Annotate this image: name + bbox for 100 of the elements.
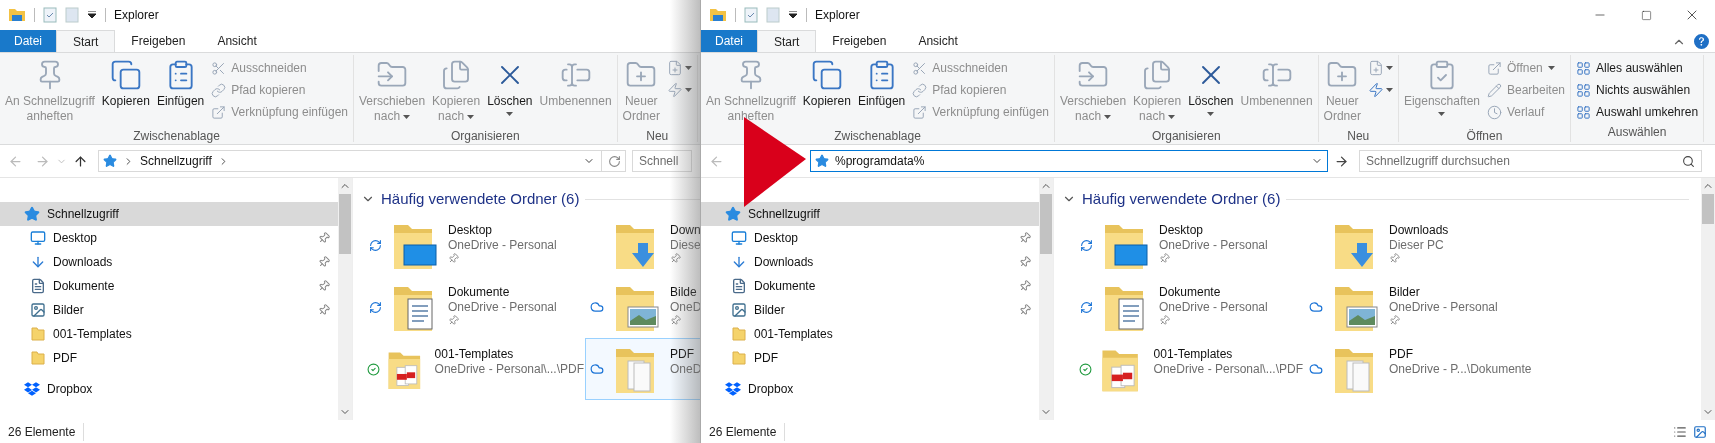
window-title: Explorer (114, 7, 160, 24)
ribbon-tab[interactable]: Freigeben (115, 30, 202, 52)
customize-caret-icon[interactable] (87, 11, 97, 19)
nav-item[interactable]: 001-Templates (0, 322, 338, 346)
ribbon-button[interactable]: Einfügen (854, 55, 909, 127)
pencil-icon (1487, 82, 1502, 98)
nav-item[interactable]: Schnellzugriff (0, 202, 338, 226)
window-title: Explorer (815, 7, 861, 24)
search-field[interactable]: Schnell (632, 150, 692, 172)
ribbon-button[interactable]: Alles auswählen (1573, 57, 1702, 79)
breadcrumb-item[interactable]: Schnellzugriff (140, 152, 212, 170)
tiles-view-icon[interactable] (1693, 424, 1707, 439)
star-icon (103, 154, 117, 168)
folder-tile[interactable]: 001-Templates OneDrive - Personal\...\PDF (1074, 338, 1304, 400)
ribbon-tab[interactable]: Freigeben (816, 30, 903, 52)
scrollbar-thumb[interactable] (1040, 194, 1052, 254)
nav-item[interactable]: Dokumente (0, 274, 338, 298)
folder-name: Dokumente (448, 285, 511, 300)
folder-tile[interactable]: Desktop OneDrive - Personal (1074, 214, 1304, 276)
ribbon-tab[interactable]: Ansicht (902, 30, 974, 52)
ribbon-tab[interactable]: Start (757, 30, 817, 52)
scrollbar[interactable] (1039, 178, 1053, 420)
details-view-icon[interactable] (1673, 424, 1687, 439)
search-field[interactable]: Schnellzugriff durchsuchen (1359, 150, 1702, 172)
ribbon-button[interactable]: Nichts auswählen (1573, 79, 1702, 101)
maximize-icon (1640, 9, 1652, 21)
nav-item[interactable]: Downloads (0, 250, 338, 274)
folder-tile[interactable]: 001-Templates OneDrive - Personal\...\PDF (363, 338, 585, 400)
nav-item[interactable]: PDF (0, 346, 338, 370)
ribbon-tab[interactable]: Start (56, 30, 116, 52)
star-icon (24, 206, 40, 222)
folder-name: PDF (670, 347, 695, 362)
scrollbar-thumb[interactable] (339, 194, 351, 254)
lightning-icon (666, 82, 683, 98)
folder-name: Bilder (1389, 285, 1421, 300)
scrollbar-thumb[interactable] (1702, 194, 1714, 224)
nav-item[interactable]: Desktop (701, 226, 1039, 250)
section-header[interactable]: Häufig verwendete Ordner (6) (381, 187, 580, 211)
folder-name: 001-Templates (1153, 347, 1234, 362)
file-tab[interactable]: Datei (701, 30, 757, 52)
group-label: Organisieren (1151, 128, 1221, 144)
folder-icon (709, 7, 727, 23)
folder-location: Dieser PC (1389, 238, 1445, 253)
go-icon[interactable] (1334, 153, 1349, 169)
help-icon[interactable] (1694, 34, 1709, 49)
scissors-icon (912, 60, 928, 76)
folder-tile[interactable]: PDF OneDrive - P...\Dokumente (1304, 338, 1534, 400)
ribbon-button[interactable]: Löschen (1185, 55, 1237, 127)
nav-item[interactable]: Schnellzugriff (701, 202, 1039, 226)
nav-item[interactable]: Dropbox (0, 377, 338, 401)
ribbon-button[interactable]: Löschen (484, 55, 536, 127)
copy-icon (810, 59, 843, 91)
folder-tile[interactable]: Bilder OneDrive - Personal (1304, 276, 1534, 338)
folder-icon (731, 326, 747, 342)
folder-location: OneDrive - Personal (1389, 300, 1498, 315)
dropbox-icon (725, 381, 741, 397)
group-label: Öffnen (1466, 128, 1503, 144)
folder-name: 001-Templates (434, 347, 515, 362)
folder-tile[interactable]: Dokumente OneDrive - Personal (363, 276, 585, 338)
folder-location: Diese (670, 238, 701, 253)
customize-caret-icon[interactable] (788, 11, 798, 19)
folder-location: OneDrive - Personal (1159, 300, 1268, 315)
forward-icon[interactable] (35, 153, 50, 169)
grid-icon (1576, 60, 1592, 76)
nav-item[interactable]: Bilder (0, 298, 338, 322)
refresh-icon[interactable] (608, 154, 621, 168)
link-icon (912, 82, 928, 98)
nav-item[interactable]: Desktop (0, 226, 338, 250)
up-icon[interactable] (73, 153, 88, 169)
folder-location: OneDrive - Personal\...\PDF (434, 362, 584, 377)
ribbon-button[interactable]: Auswahl umkehren (1573, 101, 1702, 123)
folder-location: OneD (670, 300, 702, 315)
ribbon-button[interactable]: Kopieren (799, 55, 854, 127)
ribbon-tab[interactable]: Ansicht (201, 30, 273, 52)
image-icon (731, 302, 747, 318)
nav-item[interactable]: Downloads (701, 250, 1039, 274)
ribbon-button[interactable]: Einfügen (153, 55, 208, 127)
back-icon[interactable] (8, 153, 23, 169)
folder-tile[interactable]: Desktop OneDrive - Personal (363, 214, 585, 276)
address-field[interactable]: Schnellzugriff (98, 150, 626, 172)
section-header[interactable]: Häufig verwendete Ordner (6) (1082, 187, 1281, 211)
folder-name: Dokumente (1159, 285, 1222, 300)
nav-item[interactable]: Dokumente (701, 274, 1039, 298)
folder-name: Desktop (1159, 223, 1205, 238)
ribbon-button[interactable]: Kopieren (98, 55, 153, 127)
scrollbar[interactable] (338, 178, 352, 420)
back-icon[interactable] (709, 153, 724, 169)
shortcut-icon (912, 104, 928, 120)
shortcut-icon (211, 104, 227, 120)
folder-tile[interactable]: Dokumente OneDrive - Personal (1074, 276, 1304, 338)
monitor-icon (30, 230, 46, 246)
folder-tile[interactable]: Downloads Dieser PC (1304, 214, 1534, 276)
folder-name: Desktop (448, 223, 494, 238)
file-tab[interactable]: Datei (0, 30, 56, 52)
scrollbar[interactable] (1701, 178, 1715, 420)
clock-icon (1487, 104, 1502, 120)
copy-icon (109, 59, 142, 91)
nav-item[interactable]: Bilder (701, 298, 1039, 322)
group-label: Neu (1347, 128, 1370, 144)
folder-icon (30, 326, 46, 342)
